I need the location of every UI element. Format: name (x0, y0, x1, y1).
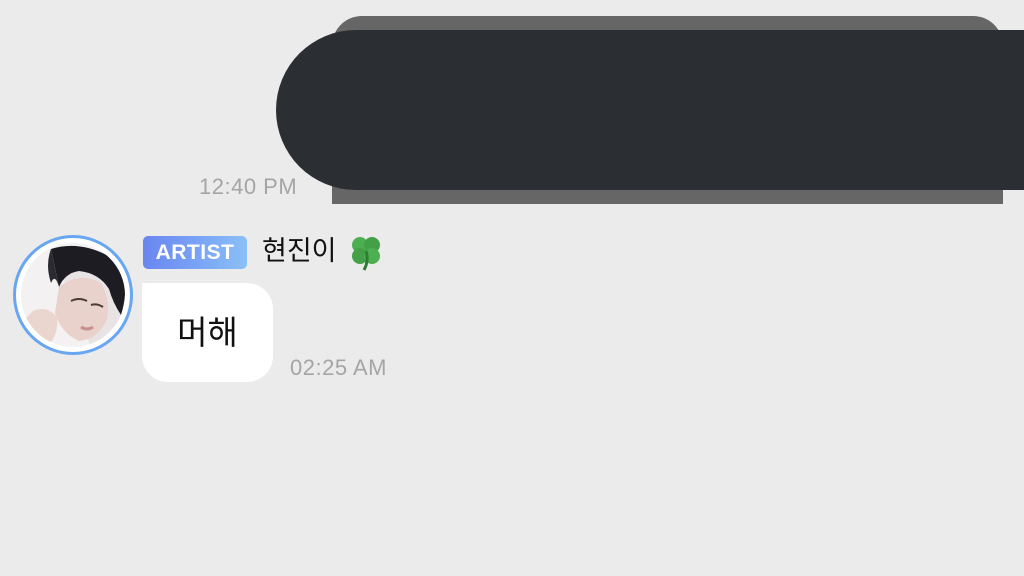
sender-name[interactable]: 현진이 (262, 234, 337, 270)
avatar[interactable] (13, 235, 133, 355)
artist-badge: ARTIST (143, 236, 247, 269)
outgoing-message-time: 12:40 PM (199, 174, 298, 199)
incoming-message-bubble[interactable]: 머해 (142, 283, 273, 382)
incoming-message-time: 02:25 AM (290, 355, 387, 380)
outgoing-message-bubble-redacted[interactable] (276, 30, 1024, 190)
four-leaf-clover-icon (352, 237, 380, 271)
avatar-photo (21, 243, 125, 347)
